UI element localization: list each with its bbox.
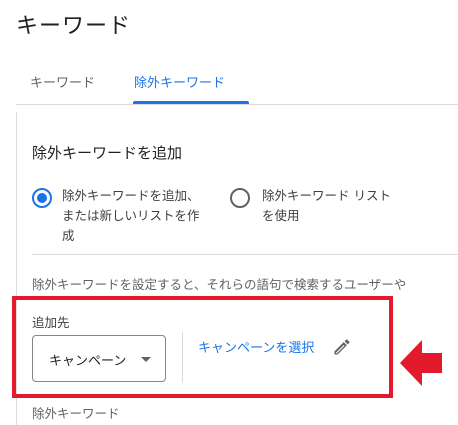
section-title: 除外キーワードを追加	[32, 144, 183, 162]
tabs-divider	[16, 104, 458, 105]
radio-label-add-or-create[interactable]: 除外キーワードを追加、 または新しいリストを作 成	[62, 186, 227, 246]
radio-add-or-create[interactable]	[32, 188, 52, 208]
tab-negative-keywords[interactable]: 除外キーワード	[134, 72, 225, 91]
radio-label-use-list[interactable]: 除外キーワード リスト を使用	[262, 186, 422, 226]
highlight-box	[12, 296, 393, 398]
section-divider	[32, 254, 458, 255]
page-title: キーワード	[16, 14, 132, 39]
tab-keywords[interactable]: キーワード	[30, 72, 95, 91]
radio-use-list[interactable]	[230, 188, 250, 208]
tab-bar: キーワード 除外キーワード	[16, 60, 458, 104]
info-text: 除外キーワードを設定すると、それらの語句で検索するユーザーや	[32, 277, 407, 292]
negative-keywords-label: 除外キーワード	[32, 406, 120, 421]
arrow-left-icon	[400, 340, 442, 386]
